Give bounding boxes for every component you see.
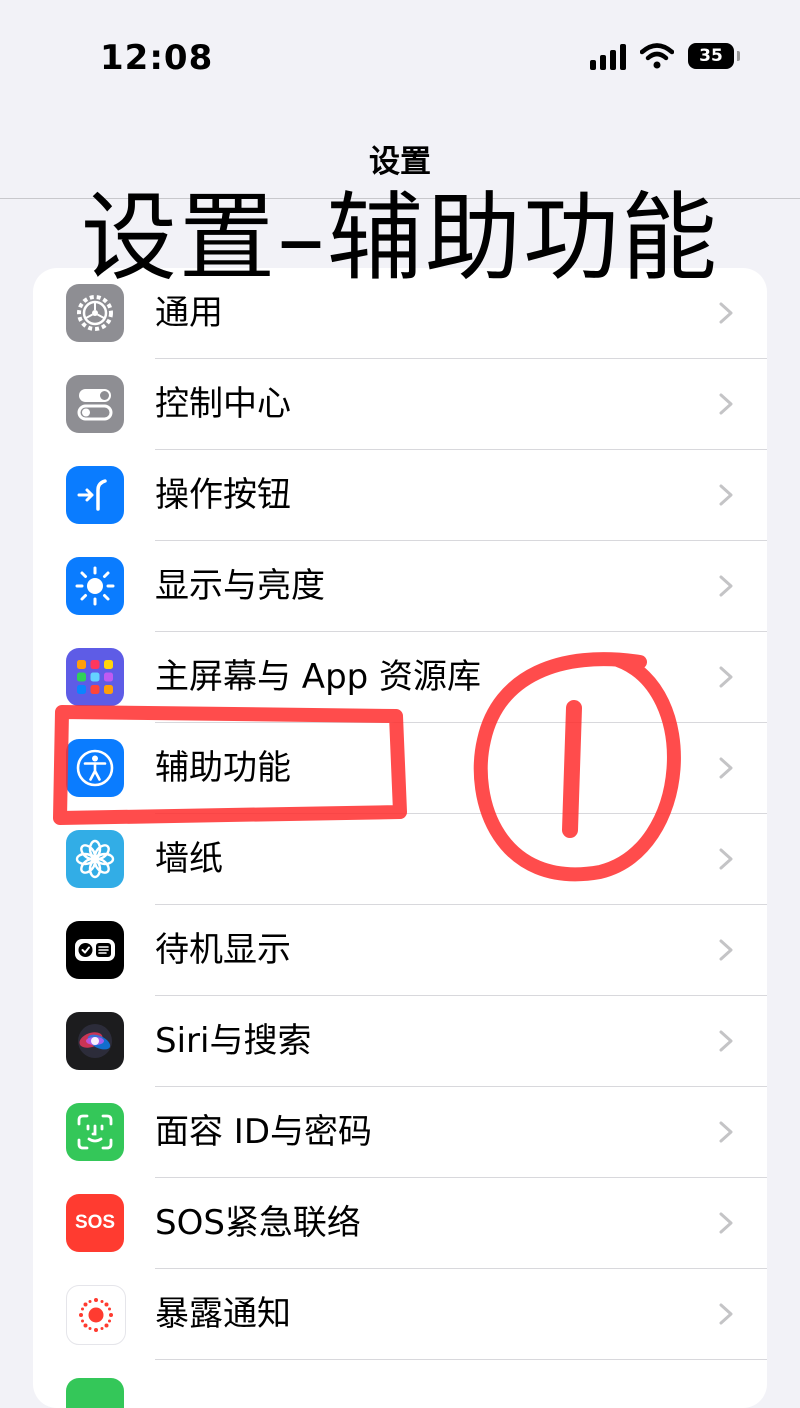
chevron-right-icon <box>719 939 733 961</box>
wifi-icon <box>640 43 674 69</box>
settings-label-control-center: 控制中心 <box>155 384 291 424</box>
settings-label-exposure: 暴露通知 <box>155 1294 291 1334</box>
chevron-right-icon <box>719 666 733 688</box>
sos-icon: SOS <box>66 1194 124 1252</box>
settings-label-siri: Siri与搜索 <box>155 1021 312 1061</box>
settings-row-sos[interactable]: SOS SOS紧急联络 <box>33 1178 767 1269</box>
status-icons: 35 <box>590 42 740 70</box>
status-bar: 12:08 35 <box>0 0 800 120</box>
chevron-right-icon <box>719 1030 733 1052</box>
sun-icon <box>66 557 124 615</box>
toggles-icon <box>66 375 124 433</box>
settings-label-display: 显示与亮度 <box>155 566 325 606</box>
settings-label-wallpaper: 墙纸 <box>155 839 223 879</box>
exposure-icon <box>66 1285 126 1345</box>
settings-label-sos: SOS紧急联络 <box>155 1203 361 1243</box>
settings-row-exposure[interactable]: 暴露通知 <box>33 1269 767 1360</box>
settings-row-standby[interactable]: 待机显示 <box>33 905 767 996</box>
settings-list: 通用 控制中心 操作按钮 显示与亮度 主屏幕与 App 资源库 辅助功能 墙纸 … <box>33 268 767 1408</box>
accessibility-icon <box>66 739 124 797</box>
settings-row-display[interactable]: 显示与亮度 <box>33 541 767 632</box>
cellular-signal-icon <box>590 42 626 70</box>
chevron-right-icon <box>719 1212 733 1234</box>
settings-row-siri[interactable]: Siri与搜索 <box>33 996 767 1087</box>
chevron-right-icon <box>719 302 733 324</box>
chevron-right-icon <box>719 757 733 779</box>
status-time: 12:08 <box>100 38 214 78</box>
battery-icon: 35 <box>688 43 740 69</box>
face-id-icon <box>66 1103 124 1161</box>
settings-label-face-id: 面容 ID与密码 <box>155 1112 373 1152</box>
settings-label-standby: 待机显示 <box>155 930 291 970</box>
settings-row-action-button[interactable]: 操作按钮 <box>33 450 767 541</box>
overlay-caption: 设置–辅助功能 <box>81 182 719 294</box>
settings-label-action-button: 操作按钮 <box>155 475 291 515</box>
settings-row-face-id[interactable]: 面容 ID与密码 <box>33 1087 767 1178</box>
siri-icon <box>66 1012 124 1070</box>
chevron-right-icon <box>719 1303 733 1325</box>
settings-row-control-center[interactable]: 控制中心 <box>33 359 767 450</box>
standby-icon <box>66 921 124 979</box>
page-title: 设置 <box>369 144 431 180</box>
settings-row-accessibility[interactable]: 辅助功能 <box>33 723 767 814</box>
flower-icon <box>66 830 124 888</box>
chevron-right-icon <box>719 1121 733 1143</box>
settings-label-home-screen: 主屏幕与 App 资源库 <box>155 657 482 697</box>
sos-icon-text: SOS <box>74 1212 116 1233</box>
chevron-right-icon <box>719 484 733 506</box>
partial-app-icon <box>66 1378 124 1408</box>
settings-row-wallpaper[interactable]: 墙纸 <box>33 814 767 905</box>
app-grid-icon <box>66 648 124 706</box>
action-button-icon <box>66 466 124 524</box>
settings-label-accessibility: 辅助功能 <box>155 748 291 788</box>
settings-row-home-screen[interactable]: 主屏幕与 App 资源库 <box>33 632 767 723</box>
settings-row-next-partial[interactable] <box>33 1360 767 1408</box>
chevron-right-icon <box>719 848 733 870</box>
chevron-right-icon <box>719 575 733 597</box>
chevron-right-icon <box>719 393 733 415</box>
battery-level: 35 <box>699 46 723 66</box>
